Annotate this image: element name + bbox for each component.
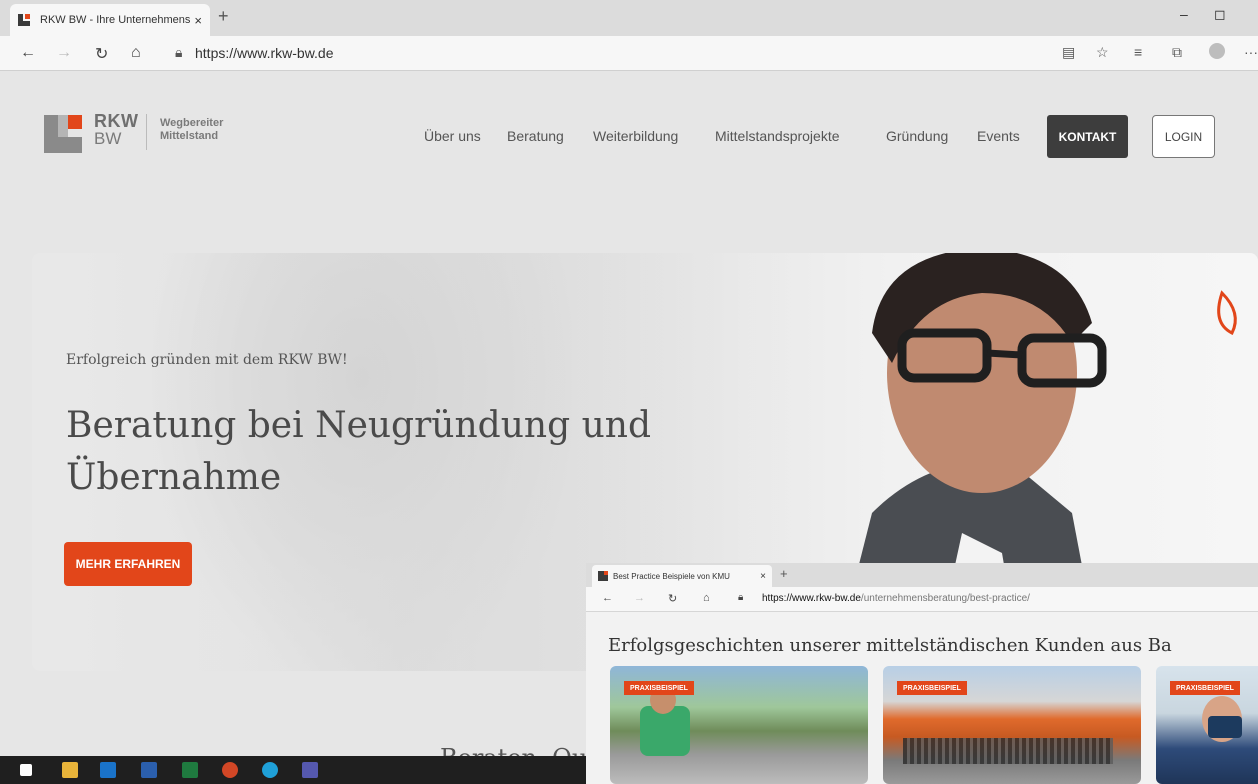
nav-beratung[interactable]: Beratung [507,128,564,144]
more-icon[interactable]: ··· [1244,44,1258,60]
nav-events[interactable]: Events [977,128,1020,144]
card-2-badge: PRAXISBEISPIEL [897,681,967,695]
inset-back-icon[interactable]: ← [602,592,613,604]
favorite-star-icon[interactable]: ☆ [1096,44,1109,61]
rkw-favicon-icon [18,12,34,28]
inset-forward-icon[interactable]: → [634,592,645,604]
reader-mode-icon[interactable]: ▤ [1062,44,1075,61]
inset-heading: Erfolgsgeschichten unserer mittelständis… [608,635,1172,656]
inset-url[interactable]: https://www.rkw-bw.de/unternehmensberatu… [762,593,1030,604]
file-explorer-icon[interactable] [62,762,78,778]
refresh-icon[interactable]: ↻ [95,44,108,64]
card-3-mask [1208,716,1242,738]
logo-divider [146,114,147,150]
nav-ueber-uns[interactable]: Über uns [424,128,481,144]
tab-close-icon[interactable]: × [194,13,202,28]
inset-tab-title: Best Practice Beispiele von KMU [613,571,730,581]
edge-icon[interactable] [262,762,278,778]
nav-weiterbildung[interactable]: Weiterbildung [593,128,678,144]
card-3-badge: PRAXISBEISPIEL [1170,681,1240,695]
login-button[interactable]: LOGIN [1152,115,1215,158]
url-field[interactable]: https://www.rkw-bw.de [195,45,334,61]
powerpoint-icon[interactable] [222,762,238,778]
nav-mittelstandsprojekte[interactable]: Mittelstandsprojekte [715,128,840,144]
excel-icon[interactable] [182,762,198,778]
hero-title: Beratung bei Neugründung und Übernahme [66,405,651,498]
teams-icon[interactable] [302,762,318,778]
favorites-list-icon[interactable]: ≡ [1134,44,1142,60]
profile-avatar-icon[interactable] [1209,43,1225,59]
inset-refresh-icon[interactable]: ↻ [668,592,677,605]
inset-screenshot: Best Practice Beispiele von KMU × + ← → … [586,563,1258,784]
logo-tagline-line2: Mittelstand [160,130,219,142]
browser-tab-title: RKW BW - Ihre Unternehmensbe [40,14,191,26]
inset-lock-icon: 🔒︎ [738,592,744,603]
word-icon[interactable] [141,762,157,778]
browser-tab[interactable]: RKW BW - Ihre Unternehmensbe × [10,4,210,36]
inset-url-path: /unternehmensberatung/best-practice/ [860,593,1030,604]
back-icon[interactable]: ← [20,44,36,62]
lock-icon[interactable]: 🔒︎ [175,44,182,61]
inset-home-icon[interactable]: ⌂ [703,592,710,604]
restore-icon[interactable]: ◻ [1214,6,1226,23]
logo-tagline-line1: Wegbereiter [160,117,224,129]
home-icon[interactable]: ⌂ [131,44,141,62]
inset-tab-close-icon[interactable]: × [760,571,766,582]
windows-taskbar [0,756,586,784]
collections-icon[interactable]: ⧉ [1172,44,1182,61]
nav-gruendung[interactable]: Gründung [886,128,948,144]
windows-start-icon[interactable] [20,764,32,776]
new-tab-icon[interactable]: + [218,6,229,27]
rkw-logo-mark[interactable] [44,115,82,153]
card-1-badge: PRAXISBEISPIEL [624,681,694,695]
inset-browser-tab[interactable]: Best Practice Beispiele von KMU × [592,565,772,587]
inset-favicon-icon [598,571,608,581]
inset-url-domain: https://www.rkw-bw.de [762,593,861,604]
mehr-erfahren-button[interactable]: MEHR ERFAHREN [64,542,192,586]
minimize-icon[interactable]: – [1180,6,1188,22]
card-2-group-photo [903,738,1113,764]
logo-bw-text: BW [94,129,122,148]
forward-icon[interactable]: → [56,44,72,62]
outlook-icon[interactable] [100,762,116,778]
inset-new-tab-icon[interactable]: + [780,566,788,581]
hero-kicker: Erfolgreich gründen mit dem RKW BW! [66,352,348,368]
kontakt-button[interactable]: KONTAKT [1047,115,1128,158]
